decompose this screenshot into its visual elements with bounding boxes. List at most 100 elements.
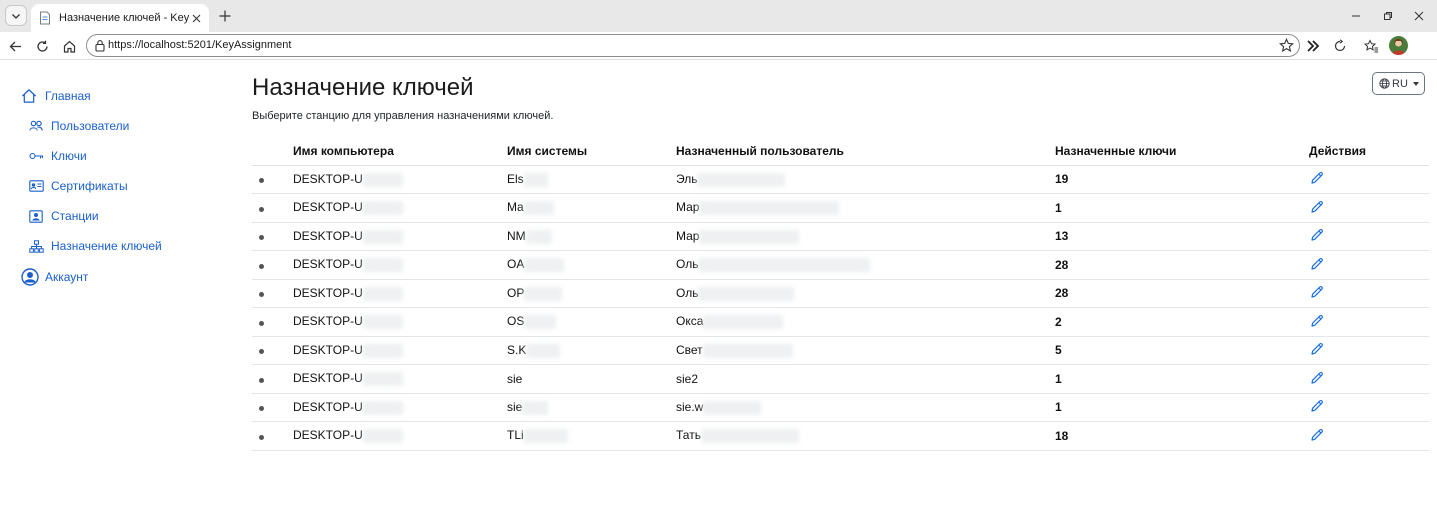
redacted-text <box>524 258 565 273</box>
system-name: TLi <box>507 428 524 443</box>
row-bullet <box>252 421 293 451</box>
bullet-icon <box>259 178 264 184</box>
station-icon <box>28 208 44 224</box>
edit-pencil-icon[interactable] <box>1309 427 1325 443</box>
row-bullet <box>252 193 293 223</box>
assigned-keys-count: 28 <box>1055 257 1069 272</box>
system-name: OA <box>507 257 525 272</box>
language-dropdown[interactable]: RU <box>1372 72 1425 95</box>
bullet-icon <box>259 434 264 440</box>
sitemap-icon <box>28 238 44 254</box>
page-subtitle: Выберите станцию для управления назначен… <box>252 110 554 122</box>
redacted-text <box>523 429 568 444</box>
redacted-text <box>525 229 552 244</box>
sidebar-item-users[interactable]: Пользователи <box>28 118 129 134</box>
redacted-text <box>703 315 784 330</box>
computer-name: DESKTOP-U <box>293 200 363 215</box>
sidebar-item-label: Назначение ключей <box>51 239 162 253</box>
sidebar-item-account[interactable]: Аккаунт <box>21 268 88 286</box>
sidebar-item-home[interactable]: Главная <box>21 88 91 104</box>
sidebar-item-stations[interactable]: Станции <box>28 208 99 224</box>
users-icon <box>28 118 44 134</box>
profile-avatar[interactable] <box>1389 36 1408 55</box>
assigned-keys-count: 5 <box>1055 343 1062 358</box>
favorites-button[interactable] <box>1362 37 1380 55</box>
redacted-text <box>524 286 563 301</box>
account-icon <box>21 268 39 286</box>
redacted-text <box>522 400 549 415</box>
assigned-keys-count: 28 <box>1055 286 1069 301</box>
minimize-icon <box>1352 15 1360 17</box>
assigned-keys-count: 1 <box>1055 400 1062 415</box>
redacted-text <box>699 201 840 216</box>
page-title: Назначение ключей <box>252 74 474 101</box>
sidebar-item-key-assignment[interactable]: Назначение ключей <box>28 238 162 254</box>
close-window-button[interactable] <box>1411 8 1427 24</box>
sidebar-item-keys[interactable]: Ключи <box>28 148 87 164</box>
browser-tab[interactable]: Назначение ключей - Key Manag <box>31 4 209 32</box>
new-tab-button[interactable] <box>216 7 234 25</box>
redacted-text <box>362 201 403 216</box>
home-icon <box>21 88 37 104</box>
computer-name-cell: DESKTOP-U <box>293 421 507 451</box>
reload-button[interactable] <box>33 37 51 55</box>
assigned-keys-cell: 1 <box>1055 364 1309 394</box>
table-row: DESKTOP-U TLi Тать 18 <box>252 421 1429 451</box>
redacted-text <box>362 400 403 415</box>
url-text: https://localhost:5201/KeyAssignment <box>108 39 292 51</box>
redacted-text <box>362 429 403 444</box>
edit-pencil-icon[interactable] <box>1309 284 1325 300</box>
back-button[interactable] <box>6 37 24 55</box>
system-name-cell: Els <box>507 165 676 194</box>
home-button[interactable] <box>60 37 78 55</box>
sidebar-item-certificates[interactable]: Сертификаты <box>28 178 128 194</box>
system-name-cell: NM <box>507 222 676 251</box>
edit-pencil-icon[interactable] <box>1309 227 1325 243</box>
actions-cell <box>1309 393 1429 422</box>
table-row: DESKTOP-U S.K Свет 5 <box>252 336 1429 365</box>
extension-button[interactable] <box>1304 37 1322 55</box>
assigned-user-cell: Оль <box>676 279 1055 308</box>
sidebar-item-label: Аккаунт <box>45 270 89 284</box>
extension-icon <box>1307 40 1320 52</box>
computer-name-cell: DESKTOP-U <box>293 393 507 422</box>
assigned-user-cell: Свет <box>676 336 1055 365</box>
edit-pencil-icon[interactable] <box>1309 199 1325 215</box>
address-bar[interactable]: https://localhost:5201/KeyAssignment <box>86 34 1300 57</box>
table-header-row: Имя компьютера Имя системы Назначенный п… <box>252 138 1429 166</box>
close-icon <box>1414 11 1424 21</box>
edit-pencil-icon[interactable] <box>1309 341 1325 357</box>
bullet-icon <box>259 406 264 412</box>
page-icon <box>40 11 50 25</box>
assigned-keys-cell: 28 <box>1055 279 1309 308</box>
assigned-user: sie.w <box>676 399 704 414</box>
minimize-button[interactable] <box>1348 8 1364 24</box>
sidebar-item-label: Главная <box>45 89 91 103</box>
assigned-user-cell: Мар <box>676 193 1055 223</box>
row-bullet <box>252 250 293 280</box>
table-row: DESKTOP-U NM Мар 13 <box>252 222 1429 251</box>
table-row: DESKTOP-U sie sie.w 1 <box>252 393 1429 422</box>
system-name-cell: OP <box>507 279 676 308</box>
edit-pencil-icon[interactable] <box>1309 313 1325 329</box>
tab-list-button[interactable] <box>5 5 27 26</box>
system-name-cell: sie <box>507 364 676 394</box>
edit-pencil-icon[interactable] <box>1309 256 1325 272</box>
star-icon[interactable] <box>1279 38 1294 53</box>
restore-button[interactable] <box>1380 8 1396 24</box>
assigned-user-cell: Мар <box>676 222 1055 251</box>
assigned-user-cell: sie2 <box>676 364 1055 394</box>
edit-pencil-icon[interactable] <box>1309 398 1325 414</box>
assigned-keys-cell: 13 <box>1055 222 1309 251</box>
reload-icon <box>36 40 48 52</box>
assigned-keys-cell: 19 <box>1055 165 1309 194</box>
system-name-cell: TLi <box>507 421 676 451</box>
edit-pencil-icon[interactable] <box>1309 370 1325 386</box>
edit-pencil-icon[interactable] <box>1309 170 1325 186</box>
redacted-text <box>362 229 403 244</box>
redacted-text <box>362 172 403 187</box>
browser-toolbar: https://localhost:5201/KeyAssignment <box>0 32 1437 60</box>
redacted-text <box>698 258 871 273</box>
tab-close-button[interactable] <box>189 11 203 25</box>
extensions-puzzle-button[interactable] <box>1331 37 1349 55</box>
